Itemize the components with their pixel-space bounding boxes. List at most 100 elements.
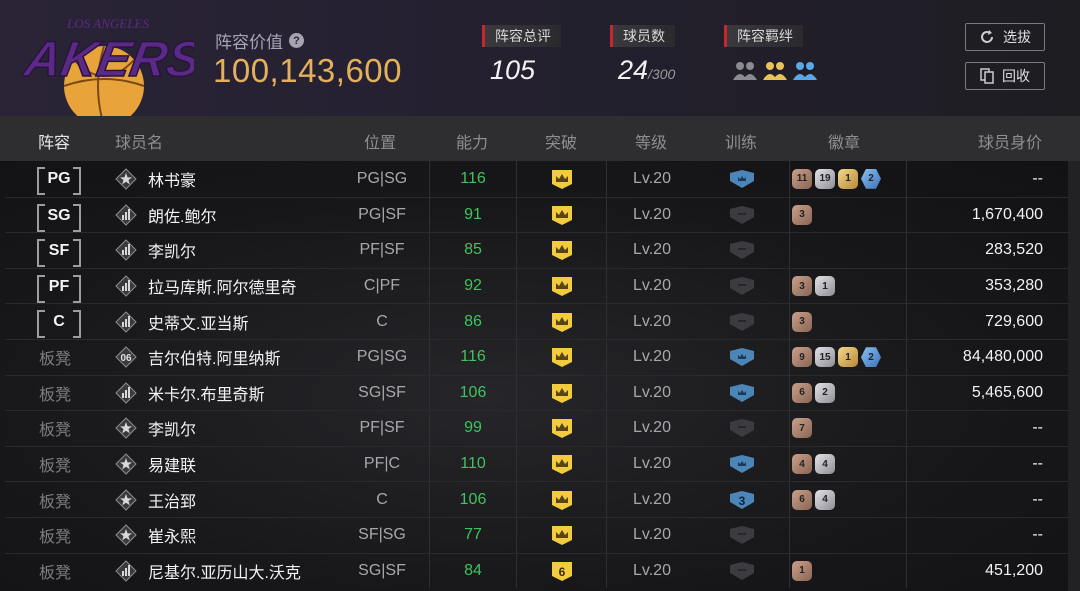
recycle-button[interactable]: 回收 — [965, 62, 1045, 90]
badge-list[interactable]: 44 — [789, 446, 907, 482]
badge-bronze-icon[interactable]: 11 — [792, 168, 812, 189]
col-name[interactable]: 球员名 — [115, 129, 163, 153]
badge-list[interactable]: 7 — [789, 411, 907, 446]
table-row[interactable]: 板凳 尼基尔.亚历山大.沃克 SG|SF 84 6 Lv.20 1 451,200 — [5, 552, 1068, 589]
training-gray-icon[interactable] — [697, 518, 787, 553]
breakthrough-crown-icon[interactable] — [517, 446, 607, 482]
player-name[interactable]: 拉马库斯.阿尔德里奇 — [148, 269, 296, 304]
lineup-slot-bench[interactable]: 板凳 — [39, 518, 71, 553]
badge-silver-icon[interactable]: 1 — [815, 276, 835, 297]
breakthrough-crown-icon[interactable] — [517, 411, 607, 446]
lineup-slot-bench[interactable]: 板凳 — [39, 447, 71, 482]
lineup-slot-bench[interactable]: 板凳 — [39, 554, 71, 589]
bond-gray-icon[interactable] — [732, 58, 758, 82]
badge-silver-icon[interactable]: 15 — [815, 347, 835, 368]
player-name[interactable]: 易建联 — [148, 447, 196, 482]
badge-list[interactable]: 64 — [789, 482, 907, 517]
badge-list[interactable]: 11 19 1 2 — [789, 161, 907, 197]
badge-list[interactable]: 62 — [789, 375, 907, 411]
badge-list[interactable]: 3 — [789, 197, 907, 233]
badge-list[interactable]: 31 — [789, 268, 907, 304]
badge-blue-icon[interactable]: 2 — [861, 347, 881, 368]
table-row[interactable]: 板凳 米卡尔.布里奇斯 SG|SF 106 Lv.20 6 2 5,465,600 — [5, 374, 1068, 411]
breakthrough-crown-icon[interactable] — [517, 518, 607, 553]
col-rating[interactable]: 能力 — [456, 129, 488, 153]
badge-list[interactable] — [789, 518, 907, 553]
bond-gold-icon[interactable] — [762, 58, 788, 82]
training-gray-icon[interactable] — [697, 554, 787, 589]
player-name[interactable]: 李凯尔 — [148, 411, 196, 446]
lineup-slot-sg[interactable]: SG — [37, 203, 81, 232]
badge-list[interactable]: 3 — [789, 304, 907, 339]
training-blue-icon[interactable] — [697, 447, 787, 482]
training-blue-icon[interactable] — [697, 161, 787, 197]
badge-bronze-icon[interactable]: 6 — [792, 382, 812, 403]
lineup-slot-bench[interactable]: 板凳 — [39, 411, 71, 446]
table-row[interactable]: PG 林书豪 PG|SG 116 Lv.20 11 19 1 2 -- — [5, 161, 1068, 197]
badge-bronze-icon[interactable]: 4 — [792, 454, 812, 475]
badge-bronze-icon[interactable]: 9 — [792, 347, 812, 368]
table-row[interactable]: PF 拉马库斯.阿尔德里奇 C|PF 92 Lv.20 3 1 353,280 — [5, 267, 1068, 304]
badge-list[interactable] — [789, 233, 907, 268]
badge-silver-icon[interactable]: 4 — [815, 489, 835, 510]
badge-list[interactable]: 1 — [789, 553, 907, 589]
col-training[interactable]: 训练 — [725, 129, 757, 153]
badge-bronze-icon[interactable]: 3 — [792, 276, 812, 297]
breakthrough-crown-icon[interactable] — [517, 268, 607, 304]
breakthrough-crown-icon[interactable] — [517, 161, 607, 197]
training-blue-icon[interactable] — [697, 376, 787, 411]
lineup-slot-sf[interactable]: SF — [37, 239, 81, 268]
lineup-slot-c[interactable]: C — [37, 310, 81, 339]
table-row[interactable]: C 史蒂文.亚当斯 C 86 Lv.20 3 729,600 — [5, 303, 1068, 339]
player-name[interactable]: 吉尔伯特.阿里纳斯 — [148, 340, 280, 375]
col-lineup[interactable]: 阵容 — [38, 129, 70, 153]
badge-gold-icon[interactable]: 1 — [838, 168, 858, 189]
player-name[interactable]: 崔永熙 — [148, 518, 196, 553]
player-name[interactable]: 李凯尔 — [148, 233, 196, 268]
col-breakthrough[interactable]: 突破 — [545, 129, 577, 153]
col-position[interactable]: 位置 — [364, 129, 396, 153]
breakthrough-crown-icon[interactable] — [517, 340, 607, 375]
select-button[interactable]: 选拔 — [965, 23, 1045, 51]
player-name[interactable]: 米卡尔.布里奇斯 — [148, 376, 264, 411]
training-gray-icon[interactable] — [697, 411, 787, 446]
badge-gold-icon[interactable]: 1 — [838, 347, 858, 368]
table-row[interactable]: 板凳 李凯尔 PF|SF 99 Lv.20 7 -- — [5, 410, 1068, 446]
training-gray-icon[interactable] — [697, 233, 787, 268]
breakthrough-crown-icon[interactable] — [517, 482, 607, 517]
player-name[interactable]: 朗佐.鲍尔 — [148, 198, 216, 233]
training-blue-icon[interactable] — [697, 340, 787, 375]
table-row[interactable]: 板凳 易建联 PF|C 110 Lv.20 4 4 -- — [5, 445, 1068, 482]
badge-bronze-icon[interactable]: 6 — [792, 489, 812, 510]
badge-list[interactable]: 9 15 1 2 — [789, 340, 907, 375]
lineup-slot-pf[interactable]: PF — [37, 274, 81, 303]
badge-bronze-icon[interactable]: 3 — [792, 204, 812, 225]
table-row[interactable]: 板凳 崔永熙 SF|SG 77 Lv.20 -- — [5, 517, 1068, 553]
col-level[interactable]: 等级 — [635, 129, 667, 153]
training-gray-icon[interactable] — [697, 304, 787, 339]
badge-bronze-icon[interactable]: 7 — [792, 418, 812, 439]
breakthrough-crown-icon[interactable] — [517, 304, 607, 339]
help-icon[interactable]: ? — [289, 33, 304, 48]
table-row[interactable]: SF 李凯尔 PF|SF 85 Lv.20 283,520 — [5, 232, 1068, 268]
lineup-slot-pg[interactable]: PG — [37, 167, 81, 195]
training-gray-icon[interactable] — [697, 198, 787, 233]
scrollbar[interactable] — [1068, 161, 1080, 591]
badge-bronze-icon[interactable]: 1 — [792, 560, 812, 581]
player-list[interactable]: PG 林书豪 PG|SG 116 Lv.20 11 19 1 2 -- SG 朗佐.鲍尔 PG|SF 91… — [0, 161, 1080, 591]
player-name[interactable]: 林书豪 — [148, 161, 196, 197]
breakthrough-crown-icon[interactable] — [517, 197, 607, 233]
breakthrough-level-icon[interactable]: 6 — [517, 553, 607, 589]
lineup-slot-bench[interactable]: 板凳 — [39, 376, 71, 411]
training-gray-icon[interactable] — [697, 269, 787, 304]
player-name[interactable]: 尼基尔.亚历山大.沃克 — [148, 554, 301, 589]
badge-blue-icon[interactable]: 2 — [861, 168, 881, 189]
table-row[interactable]: 板凳 王治郅 C 106 Lv.20 3 6 4 -- — [5, 481, 1068, 517]
col-price[interactable]: 球员身价 — [978, 129, 1042, 153]
player-name[interactable]: 史蒂文.亚当斯 — [148, 304, 248, 339]
training-blue-icon[interactable]: 3 — [697, 482, 787, 517]
lineup-slot-bench[interactable]: 板凳 — [39, 340, 71, 375]
lineup-slot-bench[interactable]: 板凳 — [39, 482, 71, 517]
badge-silver-icon[interactable]: 2 — [815, 382, 835, 403]
breakthrough-crown-icon[interactable] — [517, 233, 607, 268]
